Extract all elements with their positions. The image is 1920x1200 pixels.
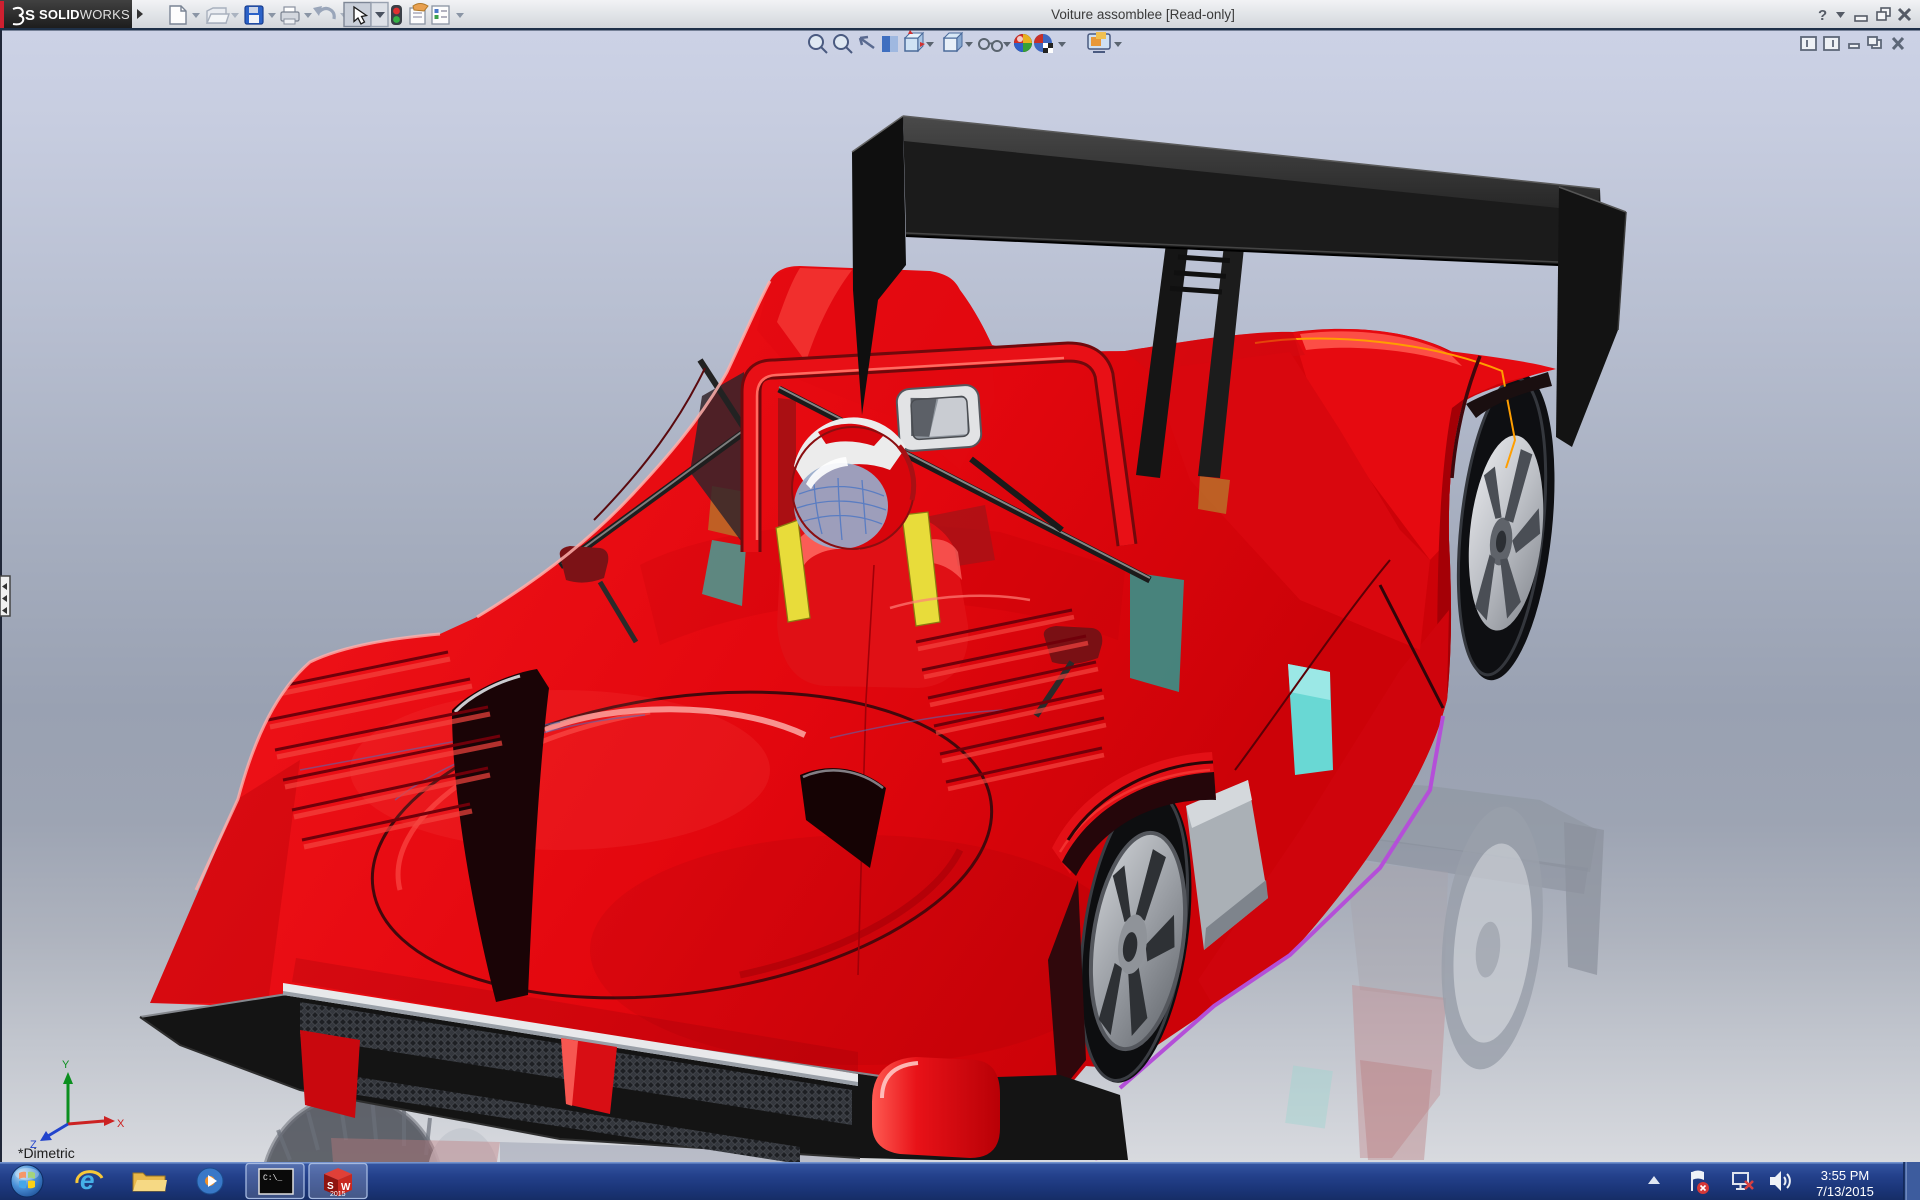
svg-text:X: X — [117, 1118, 125, 1130]
svg-text:C:\_: C:\_ — [263, 1174, 282, 1183]
svg-text:e: e — [80, 1165, 94, 1195]
svg-text:SOLIDWORKS: SOLIDWORKS — [39, 7, 130, 22]
svg-text:2015: 2015 — [330, 1191, 346, 1198]
svg-text:S: S — [25, 7, 35, 24]
svg-text:7/13/2015: 7/13/2015 — [1816, 1184, 1874, 1199]
svg-text:3:55 PM: 3:55 PM — [1821, 1168, 1869, 1183]
svg-text:?: ? — [1818, 7, 1827, 24]
svg-text:Voiture assomblee [Read-only]: Voiture assomblee [Read-only] — [1051, 7, 1235, 22]
svg-text:Y: Y — [62, 1059, 70, 1071]
svg-text:*Dimetric: *Dimetric — [18, 1145, 75, 1161]
